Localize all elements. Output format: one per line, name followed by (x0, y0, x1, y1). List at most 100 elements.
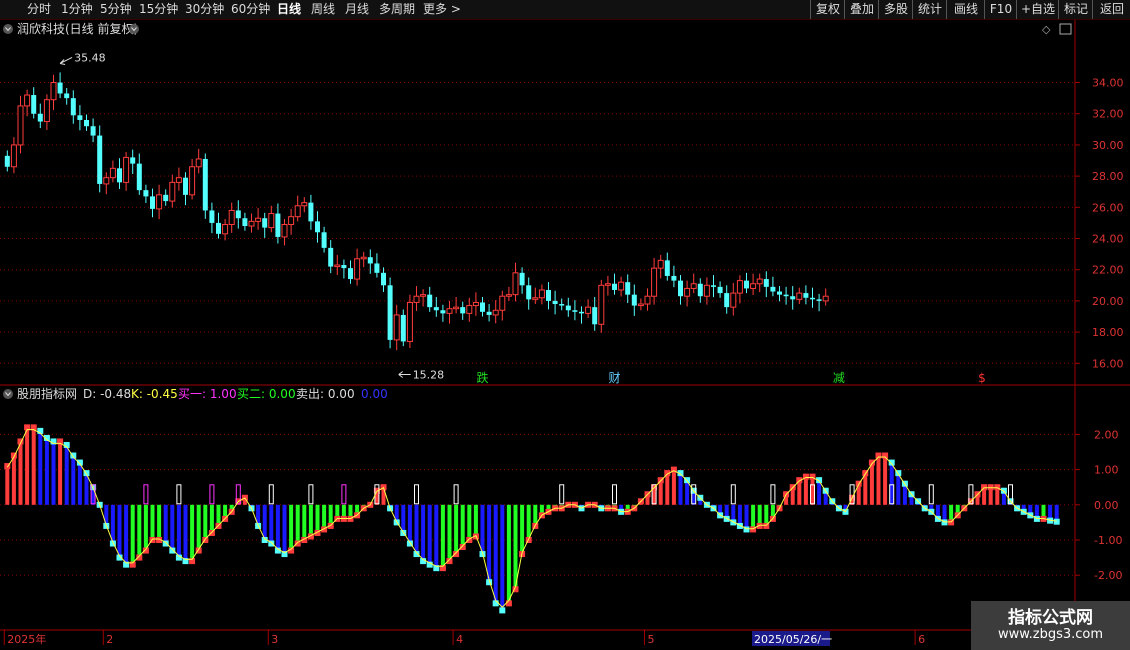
candle-body-up (255, 217, 262, 222)
candle-body-down (777, 291, 782, 295)
stock-chart[interactable]: 16.0018.0020.0022.0024.0026.0028.0030.00… (0, 20, 1130, 650)
signal-outline-bar (730, 484, 736, 505)
candle-body-down (4, 155, 10, 167)
candle-body-up (50, 82, 57, 101)
candle-body-down (328, 247, 334, 267)
period-tab[interactable]: 周线 (311, 1, 335, 18)
candle-body-up (538, 289, 545, 299)
candle-body-up (585, 306, 592, 314)
candle-body-up (492, 309, 499, 316)
period-tab[interactable]: 60分钟 (231, 1, 270, 18)
indicator-tip-marker (459, 544, 466, 551)
signal-outline-bar (770, 484, 776, 505)
indicator-tick-label: 0.00 (1094, 499, 1119, 512)
period-tab-active[interactable]: 日线 (277, 1, 301, 18)
indicator-bar (797, 480, 802, 505)
more-menu[interactable]: 更多 > (423, 1, 461, 18)
candle-body-down (559, 304, 565, 306)
indicator-tip-marker (208, 529, 215, 536)
overlay-button[interactable]: 叠加 (844, 0, 879, 19)
candle-body-up (703, 284, 710, 297)
candle-body-down (671, 275, 677, 281)
indicator-bar (447, 504, 452, 562)
event-marker: $ (978, 371, 986, 385)
candle-body-down (440, 310, 446, 314)
indicator-bar (671, 469, 676, 505)
candle-body-up (466, 305, 473, 314)
indicator-bar (434, 504, 439, 569)
candle-body-down (183, 177, 188, 195)
indicator-bar (803, 476, 808, 505)
candle-body-up (413, 295, 420, 303)
period-tab[interactable]: 15分钟 (139, 1, 178, 18)
candle-body-down (552, 300, 558, 305)
indicator-bar (520, 504, 525, 555)
indicator-bar (275, 504, 280, 551)
indicator-bar (38, 430, 43, 505)
settings-dropdown-icon[interactable] (129, 24, 139, 34)
period-tab[interactable]: 月线 (345, 1, 369, 18)
signal-outline-bar (176, 484, 182, 505)
indicator-bar (737, 504, 742, 526)
candle-body-down (37, 113, 43, 122)
candle-body-up (24, 94, 31, 107)
indicator-axis: -2.00 -1.00 0.00 1.00 2.00 (1075, 428, 1122, 582)
candle-body-down (790, 296, 796, 300)
price-tick-label: 22.00 (1092, 264, 1124, 277)
signal-outline-bar (209, 484, 215, 505)
indicator-bar (196, 504, 201, 551)
indicator-grid (0, 433, 1075, 576)
candle-body-down (711, 285, 716, 287)
diamond-icon[interactable]: ◇ (1042, 23, 1051, 36)
indicator-bar (282, 504, 287, 555)
signal-outline-bar (559, 484, 565, 505)
candle-body-up (103, 177, 110, 185)
indicator-bar (889, 462, 894, 505)
indicator-tip-marker (987, 484, 994, 491)
price-tick-label: 16.00 (1092, 357, 1124, 370)
candle-body-up (222, 223, 229, 235)
indicator-bar (487, 504, 492, 583)
candle-body-down (526, 285, 532, 300)
candle-body-up (736, 280, 743, 294)
adjust-button[interactable]: 复权 (810, 0, 845, 19)
event-marker: 减 (833, 371, 845, 385)
indicator-bar (467, 504, 472, 540)
collapse-icon[interactable] (3, 389, 13, 399)
period-tab[interactable]: 分时 (27, 1, 51, 18)
candle-body-down (130, 157, 136, 164)
back-button[interactable]: 返回 (1092, 0, 1130, 19)
period-tab[interactable]: 多周期 (379, 1, 415, 18)
indicator-bar (143, 504, 148, 551)
candle-body-up (288, 216, 295, 225)
mark-button[interactable]: 标记 (1058, 0, 1093, 19)
draw-line-button[interactable]: 画线 (946, 0, 985, 19)
indicator-bar (150, 504, 155, 540)
period-tab[interactable]: 5分钟 (100, 1, 132, 18)
collapse-icon[interactable] (3, 24, 13, 34)
period-tab[interactable]: 30分钟 (185, 1, 224, 18)
price-axis: 16.00 18.00 20.00 22.00 24.00 26.00 28.00 30.00… (1075, 77, 1124, 370)
add-watchlist-button[interactable]: +自选 (1016, 0, 1059, 19)
indicator-bar (163, 504, 168, 544)
candle-body-down (348, 268, 353, 280)
window-toggle-icon[interactable] (1059, 23, 1072, 35)
indicator-bar (665, 473, 670, 505)
candle-body-up (294, 205, 301, 218)
multi-stock-button[interactable]: 多股 (878, 0, 913, 19)
price-tick-label: 32.00 (1092, 108, 1124, 121)
candle-body-down (143, 190, 149, 197)
low-price-label: 15.28 (413, 369, 445, 382)
statistics-button[interactable]: 统计 (912, 0, 947, 19)
candle-body-up (268, 213, 275, 229)
indicator-bar (414, 504, 419, 555)
period-tab[interactable]: 1分钟 (61, 1, 93, 18)
candle-body-down (387, 285, 393, 340)
candle-body-down (77, 115, 83, 120)
candle-body-up (618, 281, 625, 291)
event-markers: 跌 财 减 $ (477, 370, 986, 385)
signal-outline-bar (612, 484, 617, 505)
indicator-bar (896, 473, 901, 505)
f10-button[interactable]: F10 (984, 0, 1017, 19)
indicator-bar (473, 504, 478, 537)
